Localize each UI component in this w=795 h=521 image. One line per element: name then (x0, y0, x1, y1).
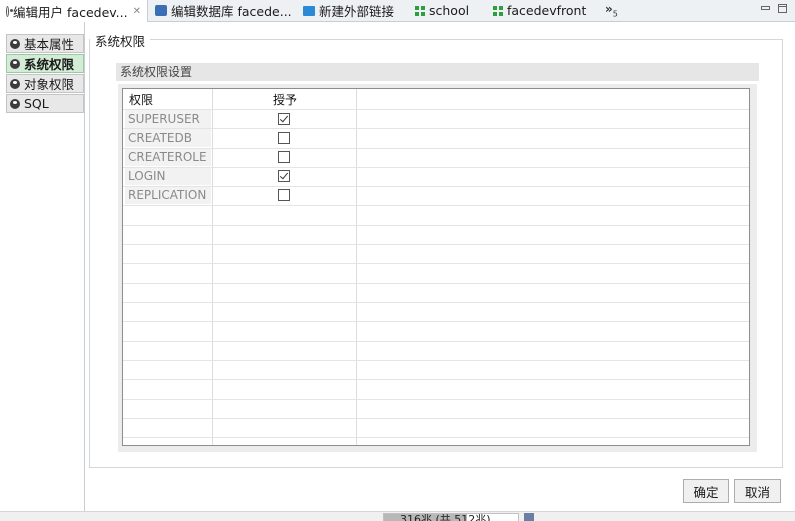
row-divider (123, 225, 749, 226)
cancel-button[interactable]: 取消 (734, 479, 781, 503)
nav-item-label: 系统权限 (24, 57, 75, 72)
user-icon (10, 98, 20, 109)
row-divider (123, 186, 749, 187)
heap-status-text: 316兆 (共 512兆) (400, 513, 491, 521)
privilege-name-createdb: CREATEDB (125, 129, 211, 147)
row-divider (123, 418, 749, 419)
user-icon (6, 5, 14, 17)
row-divider (123, 399, 749, 400)
row-divider (123, 341, 749, 342)
overflow-count: 5 (612, 9, 618, 19)
privilege-name-replication: REPLICATION (125, 186, 211, 204)
row-divider (123, 263, 749, 264)
row-divider (123, 205, 749, 206)
row-divider (123, 321, 749, 322)
privilege-table-container: 权限 授予 SUPERUSER CREATEDB CREATEROLE LOGI… (118, 84, 757, 452)
privilege-name-login: LOGIN (125, 167, 211, 185)
row-divider (123, 302, 749, 303)
grid-icon (415, 5, 425, 16)
privilege-name-superuser: SUPERUSER (125, 110, 211, 128)
nav-item-object-privileges[interactable]: 对象权限 (6, 74, 84, 93)
tab-edit-database[interactable]: 编辑数据库 facede... (149, 0, 298, 21)
link-icon (303, 5, 315, 16)
tab-new-external-link[interactable]: 新建外部链接 (297, 0, 400, 21)
tab-edit-user[interactable]: 编辑用户 facedev... ✕ (0, 0, 148, 22)
row-divider (123, 128, 749, 129)
property-nav: 基本属性 系统权限 对象权限 SQL (0, 22, 85, 511)
tab-label: 编辑用户 facedev... (13, 4, 128, 20)
user-icon (10, 38, 20, 49)
grant-checkbox-createdb[interactable] (278, 132, 290, 144)
tab-overflow-button[interactable]: »5 (605, 2, 618, 18)
privilege-name-createrole: CREATEROLE (125, 148, 211, 166)
tab-label: facedevfront (507, 3, 587, 18)
editor-tab-bar: 编辑用户 facedev... ✕ 编辑数据库 facede... 新建外部链接… (0, 0, 795, 22)
grant-checkbox-replication[interactable] (278, 189, 290, 201)
grid-icon (493, 5, 503, 16)
section-title: 系统权限设置 (116, 63, 759, 81)
database-icon (155, 5, 167, 16)
nav-item-label: 对象权限 (24, 77, 75, 92)
row-divider (123, 379, 749, 380)
nav-item-sql[interactable]: SQL (6, 94, 84, 113)
row-divider (123, 244, 749, 245)
grant-checkbox-createrole[interactable] (278, 151, 290, 163)
tab-label: 新建外部链接 (319, 4, 395, 19)
user-icon (10, 58, 20, 69)
row-divider (123, 360, 749, 361)
nav-item-system-privileges[interactable]: 系统权限 (6, 54, 84, 73)
chevron-double-right-icon: » (605, 2, 613, 16)
status-bar: 316兆 (共 512兆) (0, 511, 795, 521)
tab-facedevfront[interactable]: facedevfront (487, 0, 592, 21)
column-divider (356, 89, 357, 445)
column-header-grant: 授予 (273, 93, 298, 107)
nav-item-label: SQL (24, 96, 49, 111)
ok-button[interactable]: 确定 (683, 479, 729, 503)
tab-label: school (429, 3, 470, 18)
nav-item-label: 基本属性 (24, 37, 75, 52)
nav-item-basic-properties[interactable]: 基本属性 (6, 34, 84, 53)
heap-status: 316兆 (共 512兆) (383, 513, 519, 521)
column-header-privilege: 权限 (129, 93, 154, 107)
minimize-icon[interactable] (761, 6, 770, 10)
tab-school[interactable]: school (409, 0, 475, 21)
grant-checkbox-login[interactable] (278, 170, 290, 182)
row-divider (123, 148, 749, 149)
row-divider (123, 437, 749, 438)
user-icon (10, 78, 20, 89)
group-divider (150, 39, 783, 40)
garbage-collect-icon[interactable] (524, 513, 534, 521)
row-divider (123, 109, 749, 110)
row-divider (123, 283, 749, 284)
maximize-icon[interactable] (778, 4, 787, 13)
close-icon[interactable]: ✕ (133, 6, 141, 17)
grant-checkbox-superuser[interactable] (278, 113, 290, 125)
column-divider (212, 89, 213, 445)
privilege-table: 权限 授予 SUPERUSER CREATEDB CREATEROLE LOGI… (122, 88, 750, 446)
tab-label: 编辑数据库 facede... (171, 4, 292, 19)
group-title: 系统权限 (95, 34, 146, 49)
row-divider (123, 167, 749, 168)
